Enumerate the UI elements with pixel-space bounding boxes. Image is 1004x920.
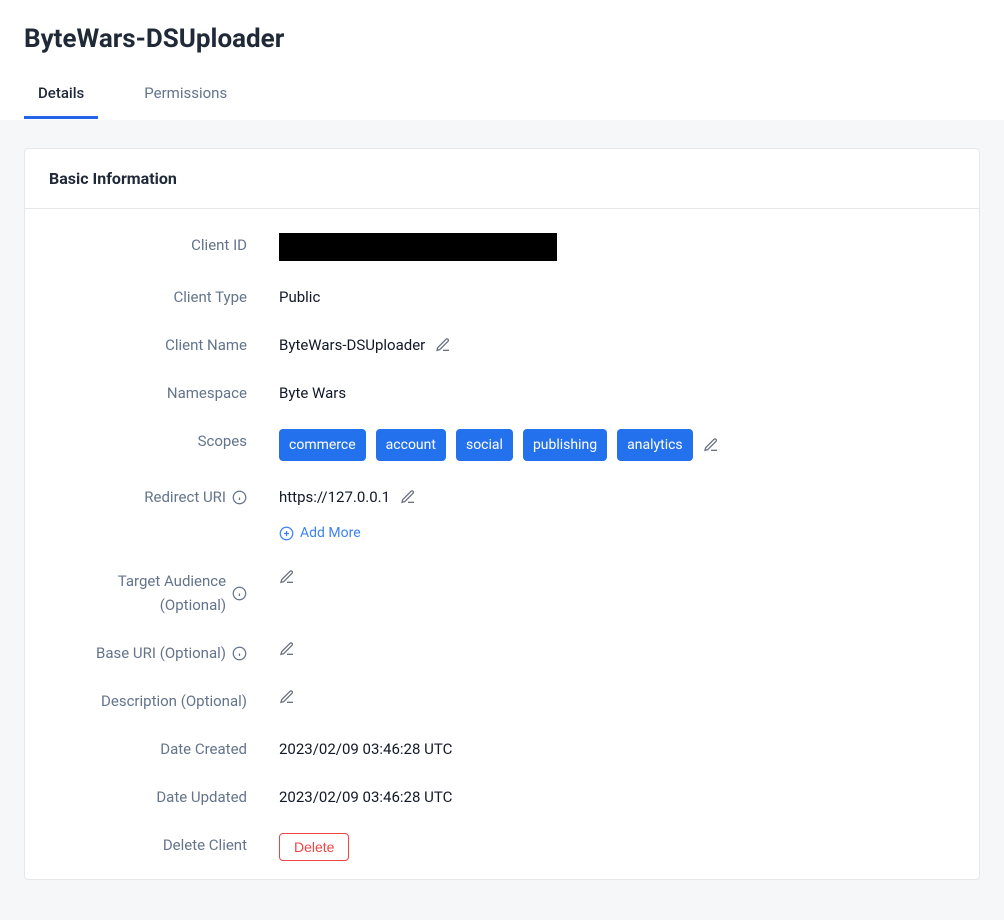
label-scopes: Scopes: [49, 429, 279, 453]
add-more-button[interactable]: Add More: [279, 521, 361, 545]
label-namespace: Namespace: [49, 381, 279, 405]
tab-details[interactable]: Details: [24, 70, 98, 119]
row-delete-client: Delete Client Delete: [49, 833, 955, 861]
info-icon[interactable]: [232, 646, 247, 661]
pencil-icon[interactable]: [703, 437, 719, 453]
label-client-name: Client Name: [49, 333, 279, 357]
scope-tag: account: [376, 429, 446, 461]
row-date-created: Date Created 2023/02/09 03:46:28 UTC: [49, 737, 955, 761]
value-client-type: Public: [279, 285, 320, 309]
label-client-id: Client ID: [49, 233, 279, 257]
client-id-redacted: [279, 233, 557, 261]
tabs: Details Permissions: [0, 70, 1004, 120]
label-redirect-uri: Redirect URI: [49, 485, 279, 509]
page-title: ByteWars-DSUploader: [0, 0, 1004, 70]
card-body: Client ID Client Type Public Client Name…: [25, 209, 979, 879]
row-scopes: Scopes commerce account social publishing an…: [49, 429, 955, 461]
tab-permissions[interactable]: Permissions: [130, 70, 241, 119]
row-namespace: Namespace Byte Wars: [49, 381, 955, 405]
pencil-icon[interactable]: [279, 689, 295, 705]
delete-button[interactable]: Delete: [279, 833, 349, 861]
info-icon[interactable]: [232, 490, 247, 505]
label-delete-client: Delete Client: [49, 833, 279, 857]
label-date-updated: Date Updated: [49, 785, 279, 809]
label-client-type: Client Type: [49, 285, 279, 309]
label-description: Description (Optional): [49, 689, 279, 713]
value-date-updated: 2023/02/09 03:46:28 UTC: [279, 785, 452, 809]
scope-tag: analytics: [617, 429, 693, 461]
label-date-created: Date Created: [49, 737, 279, 761]
row-client-id: Client ID: [49, 233, 955, 261]
info-icon[interactable]: [232, 586, 247, 601]
pencil-icon[interactable]: [400, 489, 416, 505]
add-more-label: Add More: [300, 521, 361, 545]
value-date-created: 2023/02/09 03:46:28 UTC: [279, 737, 452, 761]
row-target-audience: Target Audience (Optional): [49, 569, 955, 617]
row-date-updated: Date Updated 2023/02/09 03:46:28 UTC: [49, 785, 955, 809]
card-basic-info: Basic Information Client ID Client Type …: [24, 148, 980, 880]
scope-tag: social: [456, 429, 513, 461]
value-client-name: ByteWars-DSUploader: [279, 333, 425, 357]
row-redirect-uri: Redirect URI https://127.0.0.1 Add More: [49, 485, 955, 545]
value-redirect-uri: https://127.0.0.1: [279, 485, 390, 509]
row-description: Description (Optional): [49, 689, 955, 713]
label-base-uri: Base URI (Optional): [49, 641, 279, 665]
scope-tag: publishing: [523, 429, 607, 461]
content-wrap: Basic Information Client ID Client Type …: [0, 120, 1004, 920]
row-base-uri: Base URI (Optional): [49, 641, 955, 665]
row-client-type: Client Type Public: [49, 285, 955, 309]
scope-tag: commerce: [279, 429, 366, 461]
label-target-audience: Target Audience (Optional): [49, 569, 279, 617]
pencil-icon[interactable]: [279, 569, 295, 585]
value-namespace: Byte Wars: [279, 381, 346, 405]
row-client-name: Client Name ByteWars-DSUploader: [49, 333, 955, 357]
plus-circle-icon: [279, 526, 294, 541]
card-title: Basic Information: [25, 149, 979, 209]
pencil-icon[interactable]: [279, 641, 295, 657]
pencil-icon[interactable]: [435, 337, 451, 353]
